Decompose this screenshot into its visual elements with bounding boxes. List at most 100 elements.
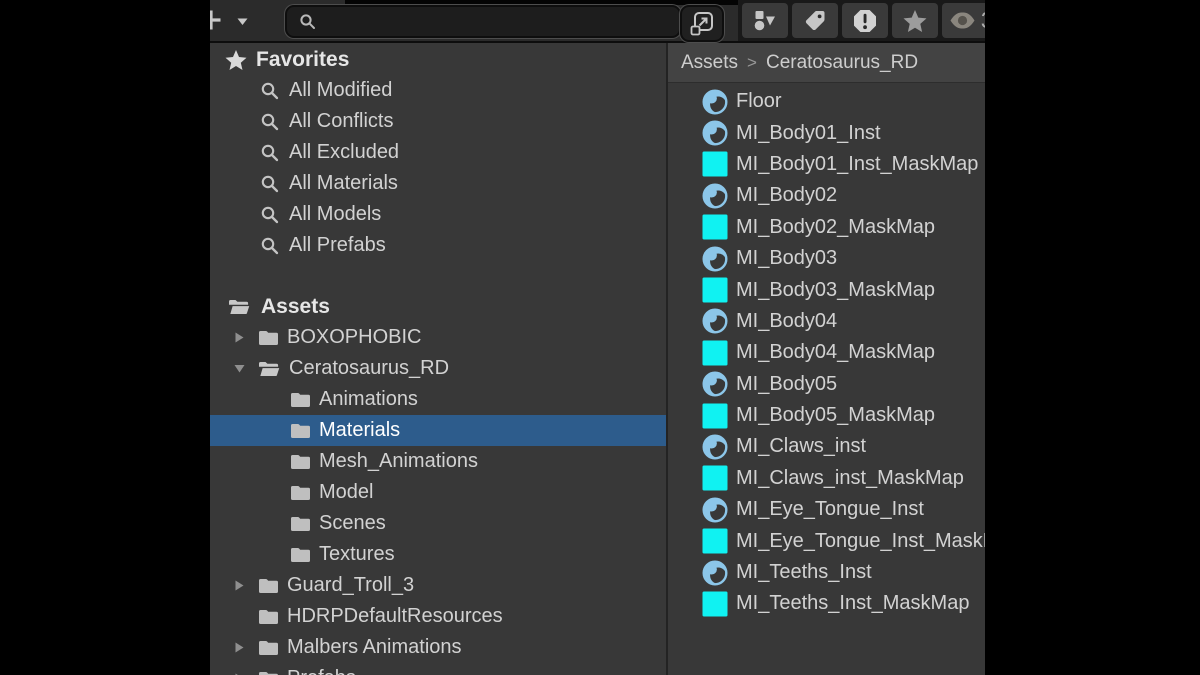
chevron-right-icon <box>233 579 245 592</box>
folder-icon <box>258 670 279 675</box>
add-asset-button[interactable] <box>210 7 224 33</box>
tree-item-boxophobic[interactable]: BOXOPHOBIC <box>210 322 666 353</box>
favorites-item-label: All Materials <box>289 172 398 195</box>
file-item-mi-body03-maskmap[interactable]: MI_Body03_MaskMap <box>668 274 985 305</box>
search-icon <box>260 81 279 100</box>
tree-item-ceratosaurus-rd[interactable]: Ceratosaurus_RD <box>210 353 666 384</box>
material-sphere-icon <box>702 183 728 209</box>
material-sphere-icon <box>702 89 728 115</box>
favorites-item-all-models[interactable]: All Models <box>210 199 666 230</box>
tree-item-assets[interactable]: Assets <box>210 291 666 322</box>
tree-item-materials[interactable]: Materials <box>210 415 666 446</box>
material-sphere-icon <box>702 308 728 334</box>
file-item-mi-body01-inst-maskmap[interactable]: MI_Body01_Inst_MaskMap <box>668 149 985 180</box>
file-item-mi-teeths-inst-maskmap[interactable]: MI_Teeths_Inst_MaskMap <box>668 588 985 619</box>
chevron-down-icon <box>236 17 249 26</box>
eye-icon <box>949 11 976 30</box>
file-item-floor[interactable]: Floor <box>668 86 985 117</box>
file-item-mi-claws-inst-maskmap[interactable]: MI_Claws_inst_MaskMap <box>668 463 985 494</box>
file-item-mi-body03[interactable]: MI_Body03 <box>668 243 985 274</box>
tree-item-label: Model <box>319 481 373 504</box>
filter-by-label-button[interactable] <box>792 3 838 38</box>
tree-item-label: Ceratosaurus_RD <box>289 357 449 380</box>
open-in-search-button[interactable] <box>680 5 724 42</box>
file-item-label: MI_Body05 <box>736 373 837 396</box>
material-sphere-icon <box>702 434 728 460</box>
file-item-mi-teeths-inst[interactable]: MI_Teeths_Inst <box>668 557 985 588</box>
folder-icon <box>290 391 311 408</box>
file-item-mi-body02[interactable]: MI_Body02 <box>668 180 985 211</box>
favorites-item-all-excluded[interactable]: All Excluded <box>210 137 666 168</box>
folder-icon <box>290 515 311 532</box>
search-field[interactable] <box>285 5 681 38</box>
expand-toggle[interactable] <box>236 579 250 592</box>
tree-item-prefabs[interactable]: Prefabs <box>210 663 666 675</box>
texture-swatch-icon <box>702 528 728 554</box>
folder-icon <box>258 608 279 625</box>
hidden-count-label: 36 <box>981 7 985 34</box>
material-sphere-icon <box>702 560 728 586</box>
folder-icon <box>290 546 311 563</box>
texture-swatch-icon <box>702 277 728 303</box>
file-item-mi-body02-maskmap[interactable]: MI_Body02_MaskMap <box>668 212 985 243</box>
section-gap <box>210 261 666 291</box>
file-item-mi-body01-inst[interactable]: MI_Body01_Inst <box>668 117 985 148</box>
breadcrumb-separator-icon: > <box>747 53 757 73</box>
search-input[interactable] <box>324 10 628 33</box>
import-warning-icon <box>852 8 878 34</box>
search-icon <box>260 112 279 131</box>
tree-item-textures[interactable]: Textures <box>210 539 666 570</box>
tree-item-hdrpdefaultresources[interactable]: HDRPDefaultResources <box>210 601 666 632</box>
tree-item-label: Textures <box>319 543 395 566</box>
texture-swatch-icon <box>702 151 728 177</box>
breadcrumb-segment-folder[interactable]: Ceratosaurus_RD <box>766 52 918 74</box>
texture-swatch-icon <box>702 591 728 617</box>
tree-item-guard-troll-3[interactable]: Guard_Troll_3 <box>210 570 666 601</box>
tree-item-label: Prefabs <box>287 667 356 675</box>
file-item-label: Floor <box>736 90 782 113</box>
expand-toggle[interactable] <box>236 331 250 344</box>
file-item-mi-claws-inst[interactable]: MI_Claws_inst <box>668 431 985 462</box>
folder-icon <box>258 577 279 594</box>
chevron-right-icon <box>233 331 245 344</box>
favorites-item-all-prefabs[interactable]: All Prefabs <box>210 230 666 261</box>
material-sphere-icon <box>702 246 728 272</box>
favorites-item-all-materials[interactable]: All Materials <box>210 168 666 199</box>
tree-item-label: BOXOPHOBIC <box>287 326 421 349</box>
file-item-label: MI_Teeths_Inst <box>736 561 872 584</box>
texture-swatch-icon <box>702 403 728 429</box>
tree-item-animations[interactable]: Animations <box>210 384 666 415</box>
file-item-mi-eye-tongue-inst-maskmap[interactable]: MI_Eye_Tongue_Inst_MaskMap <box>668 525 985 556</box>
file-item-mi-body04[interactable]: MI_Body04 <box>668 306 985 337</box>
folder-open-icon <box>228 298 251 315</box>
save-search-button[interactable] <box>892 3 938 38</box>
file-item-mi-eye-tongue-inst[interactable]: MI_Eye_Tongue_Inst <box>668 494 985 525</box>
favorites-item-label: All Prefabs <box>289 234 386 257</box>
folder-icon <box>258 639 279 656</box>
chevron-right-icon <box>233 641 245 654</box>
add-asset-dropdown[interactable] <box>236 17 249 26</box>
expand-toggle[interactable] <box>236 363 250 374</box>
project-toolbar: 36 <box>210 0 985 43</box>
visibility-button[interactable]: 36 <box>942 3 985 38</box>
favorites-item-all-modified[interactable]: All Modified <box>210 75 666 106</box>
tree-item-model[interactable]: Model <box>210 477 666 508</box>
tree-item-malbers-animations[interactable]: Malbers Animations <box>210 632 666 663</box>
file-item-mi-body05-maskmap[interactable]: MI_Body05_MaskMap <box>668 400 985 431</box>
material-sphere-icon <box>702 371 728 397</box>
tree-item-label: Animations <box>319 388 418 411</box>
expand-toggle[interactable] <box>236 641 250 654</box>
file-item-mi-body04-maskmap[interactable]: MI_Body04_MaskMap <box>668 337 985 368</box>
favorites-item-all-conflicts[interactable]: All Conflicts <box>210 106 666 137</box>
project-tree-panel: Favorites All ModifiedAll ConflictsAll E… <box>210 43 666 675</box>
tree-item-scenes[interactable]: Scenes <box>210 508 666 539</box>
material-sphere-icon <box>702 497 728 523</box>
file-item-label: MI_Eye_Tongue_Inst_MaskMap <box>736 530 985 553</box>
tree-item-mesh-animations[interactable]: Mesh_Animations <box>210 446 666 477</box>
file-item-mi-body05[interactable]: MI_Body05 <box>668 369 985 400</box>
texture-swatch-icon <box>702 340 728 366</box>
import-log-button[interactable] <box>842 3 888 38</box>
filter-by-type-button[interactable] <box>742 3 788 38</box>
breadcrumb-segment-assets[interactable]: Assets <box>681 52 738 74</box>
favorites-header[interactable]: Favorites <box>210 44 666 75</box>
